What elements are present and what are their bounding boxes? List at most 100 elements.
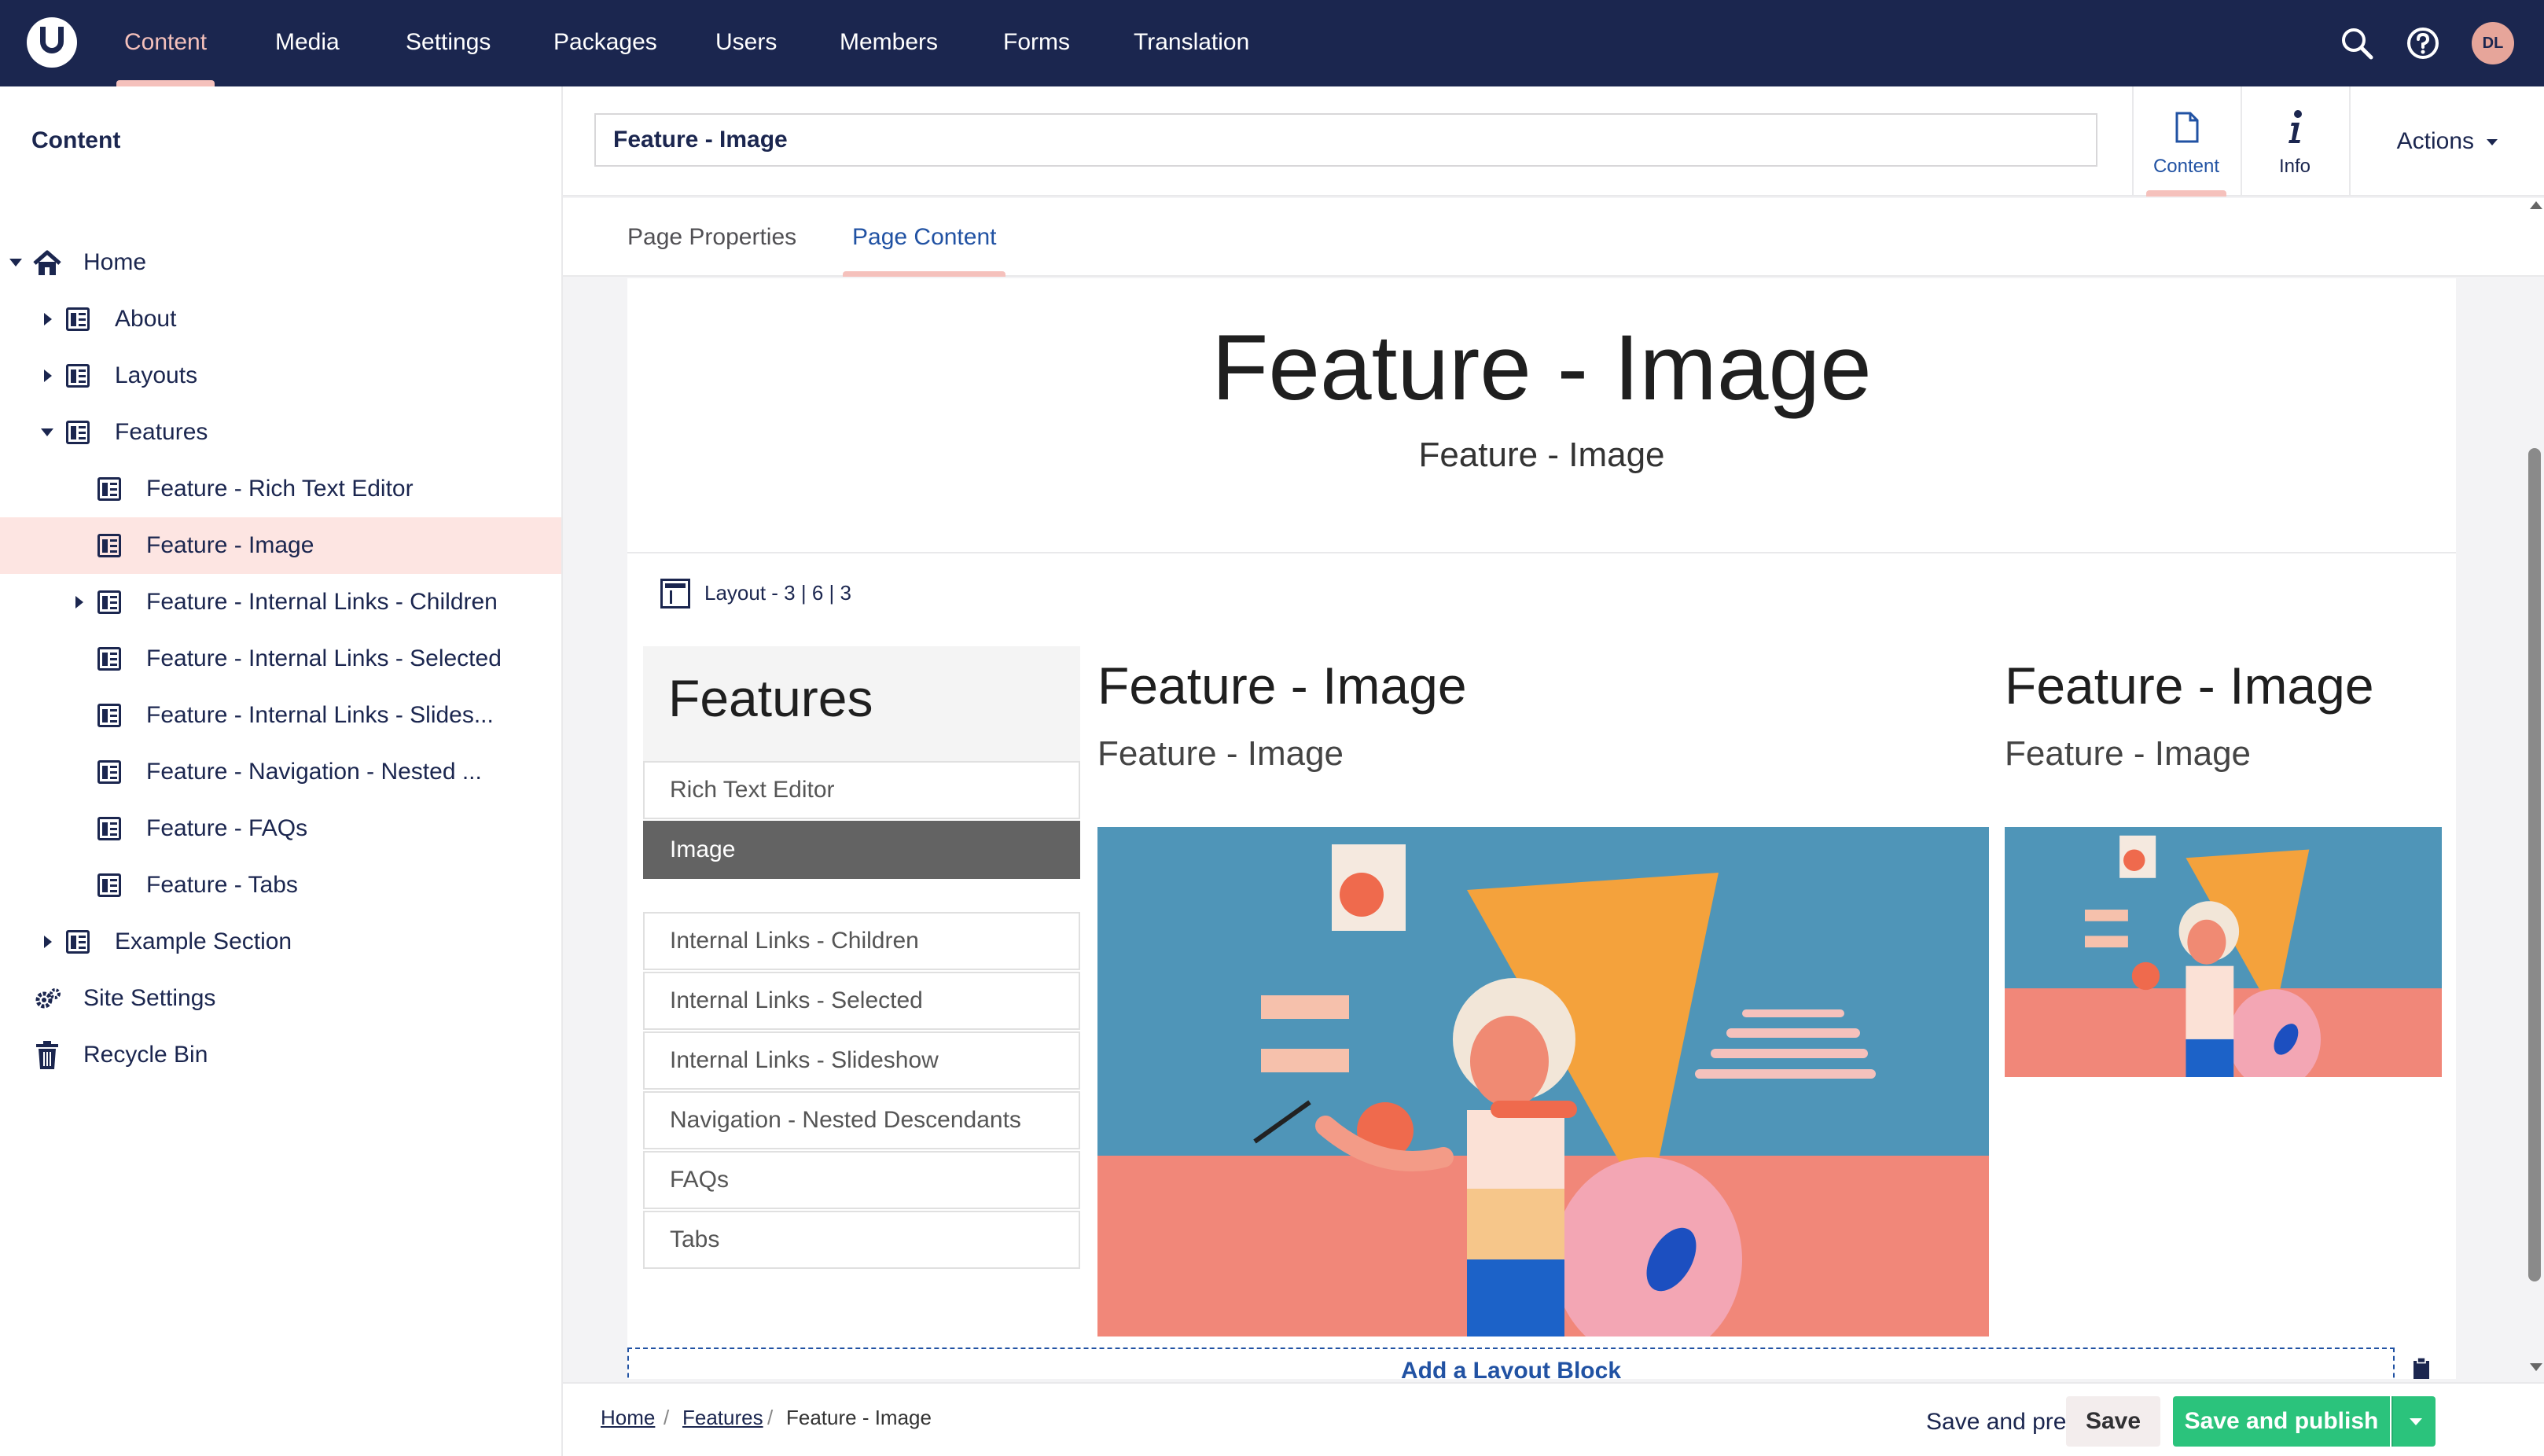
- nav-forms[interactable]: Forms: [1003, 0, 1070, 86]
- nav-packages[interactable]: Packages: [553, 0, 657, 86]
- tree-item-label: Feature - Rich Text Editor: [146, 476, 414, 502]
- clipboard-icon[interactable]: [2412, 1357, 2431, 1379]
- tree-item-home[interactable]: Home: [0, 234, 561, 291]
- tree-item-label: Site Settings: [83, 985, 216, 1011]
- features-menu-item[interactable]: Internal Links - Children: [643, 912, 1080, 970]
- scrollbar-thumb[interactable]: [2528, 448, 2541, 1281]
- document-icon: [66, 930, 90, 954]
- right-column-title: Feature - Image: [2005, 656, 2374, 715]
- tree-item-feature-navigation-nested[interactable]: Feature - Navigation - Nested ...: [0, 744, 561, 800]
- layout-icon: [660, 579, 690, 609]
- nav-media[interactable]: Media: [275, 0, 340, 86]
- tree-item-label: Feature - FAQs: [146, 815, 308, 841]
- tree-item-example-section[interactable]: Example Section: [0, 914, 561, 970]
- caret-right-icon[interactable]: [44, 936, 52, 948]
- nav-members[interactable]: Members: [840, 0, 938, 86]
- scroll-up-arrow[interactable]: [2530, 201, 2542, 209]
- tree-item-label: Feature - Internal Links - Slides...: [146, 702, 494, 728]
- main-scrollbar[interactable]: [2524, 197, 2544, 1376]
- caret-down-icon: [2487, 139, 2498, 146]
- document-icon: [97, 760, 121, 784]
- actions-label: Actions: [2396, 128, 2475, 154]
- actions-dropdown[interactable]: Actions: [2349, 86, 2544, 197]
- app-info-label: Info: [2278, 156, 2311, 177]
- features-menu-item-active[interactable]: Image: [643, 821, 1080, 879]
- tree-item-feature-internal-links-slideshow[interactable]: Feature - Internal Links - Slides...: [0, 687, 561, 744]
- document-icon: [97, 477, 121, 501]
- tree-item-label: Home: [83, 249, 147, 275]
- feature-image-illustration[interactable]: [1097, 827, 1989, 1337]
- document-icon: [66, 364, 90, 388]
- caret-right-icon[interactable]: [75, 596, 83, 609]
- scroll-down-arrow[interactable]: [2530, 1363, 2542, 1371]
- document-outline-icon: [2175, 112, 2199, 143]
- hero-title: Feature - Image: [1211, 316, 1872, 420]
- trash-icon: [36, 1041, 58, 1069]
- tree-item-site-settings[interactable]: Site Settings: [0, 970, 561, 1027]
- add-layout-block-button[interactable]: Add a Layout Block: [627, 1348, 2395, 1379]
- editor-footer: Home / Features / Feature - Image Save a…: [563, 1382, 2544, 1456]
- help-icon[interactable]: [2406, 26, 2440, 61]
- features-menu-item[interactable]: FAQs: [643, 1151, 1080, 1209]
- tree-item-recycle-bin[interactable]: Recycle Bin: [0, 1027, 561, 1083]
- caret-right-icon[interactable]: [44, 313, 52, 325]
- tree-item-feature-internal-links-selected[interactable]: Feature - Internal Links - Selected: [0, 631, 561, 687]
- document-icon: [66, 307, 90, 331]
- tab-page-properties[interactable]: Page Properties: [627, 198, 796, 277]
- document-icon: [97, 817, 121, 840]
- tree-item-feature-tabs[interactable]: Feature - Tabs: [0, 857, 561, 914]
- app-content-label: Content: [2152, 156, 2220, 177]
- document-icon: [97, 704, 121, 727]
- search-icon[interactable]: [2340, 26, 2374, 61]
- app-content-button[interactable]: Content: [2132, 86, 2239, 197]
- center-column-title: Feature - Image: [1097, 656, 1467, 715]
- caret-right-icon[interactable]: [44, 370, 52, 382]
- hero-subtitle: Feature - Image: [1418, 436, 1665, 474]
- save-button[interactable]: Save: [2066, 1396, 2160, 1447]
- editor-header: Content Info Actions: [563, 86, 2544, 197]
- center-column-subtitle: Feature - Image: [1097, 734, 1344, 773]
- tab-page-content[interactable]: Page Content: [842, 198, 1007, 277]
- tree-item-feature-internal-links-children[interactable]: Feature - Internal Links - Children: [0, 574, 561, 631]
- caret-down-icon[interactable]: [41, 428, 53, 436]
- document-name-input[interactable]: [594, 113, 2097, 167]
- tree-item-layouts[interactable]: Layouts: [0, 347, 561, 404]
- tree-item-feature-rich-text-editor[interactable]: Feature - Rich Text Editor: [0, 461, 561, 517]
- feature-image-thumbnail[interactable]: [2005, 827, 2442, 1077]
- top-navigation: Content Media Settings Packages Users Me…: [0, 0, 2544, 86]
- editor-tabs: Page Properties Page Content: [563, 198, 2544, 277]
- features-menu-item[interactable]: Internal Links - Selected: [643, 972, 1080, 1030]
- tree-item-label: Example Section: [115, 928, 292, 954]
- features-menu-item[interactable]: Tabs: [643, 1211, 1080, 1269]
- layout-block-label[interactable]: Layout - 3 | 6 | 3: [704, 577, 851, 609]
- breadcrumb-current: Feature - Image: [786, 1406, 932, 1429]
- umbraco-logo[interactable]: [27, 17, 77, 68]
- caret-down-icon[interactable]: [9, 259, 22, 267]
- tree-item-label: About: [115, 306, 177, 332]
- hero-block[interactable]: Feature - Image Feature - Image: [627, 278, 2456, 553]
- tree-item-feature-image[interactable]: Feature - Image: [0, 517, 561, 574]
- tree-item-about[interactable]: About: [0, 291, 561, 347]
- features-heading: Features: [668, 669, 873, 727]
- page-content-canvas: Feature - Image Feature - Image Layout -…: [627, 278, 2456, 1379]
- tree-item-label: Feature - Internal Links - Selected: [146, 645, 502, 671]
- nav-content[interactable]: Content: [116, 0, 215, 86]
- breadcrumb-home[interactable]: Home: [601, 1406, 655, 1430]
- user-avatar[interactable]: DL: [2472, 22, 2514, 64]
- features-menu-item[interactable]: Internal Links - Slideshow: [643, 1031, 1080, 1090]
- publish-options-caret[interactable]: [2391, 1396, 2436, 1447]
- features-menu-item[interactable]: Navigation - Nested Descendants: [643, 1091, 1080, 1149]
- features-menu-item[interactable]: Rich Text Editor: [643, 761, 1080, 819]
- tree-item-features[interactable]: Features: [0, 404, 561, 461]
- nav-translation[interactable]: Translation: [1134, 0, 1249, 86]
- nav-users[interactable]: Users: [715, 0, 777, 86]
- save-and-publish-button[interactable]: Save and publish: [2173, 1396, 2390, 1447]
- breadcrumb-features[interactable]: Features: [682, 1406, 763, 1430]
- tree-item-label: Feature - Image: [146, 532, 314, 558]
- nav-settings[interactable]: Settings: [406, 0, 491, 86]
- tree-item-label: Feature - Navigation - Nested ...: [146, 759, 482, 785]
- app-info-button[interactable]: Info: [2241, 86, 2347, 197]
- tree-item-feature-faqs[interactable]: Feature - FAQs: [0, 800, 561, 857]
- info-icon: [2288, 110, 2302, 143]
- tree-item-label: Features: [115, 419, 208, 445]
